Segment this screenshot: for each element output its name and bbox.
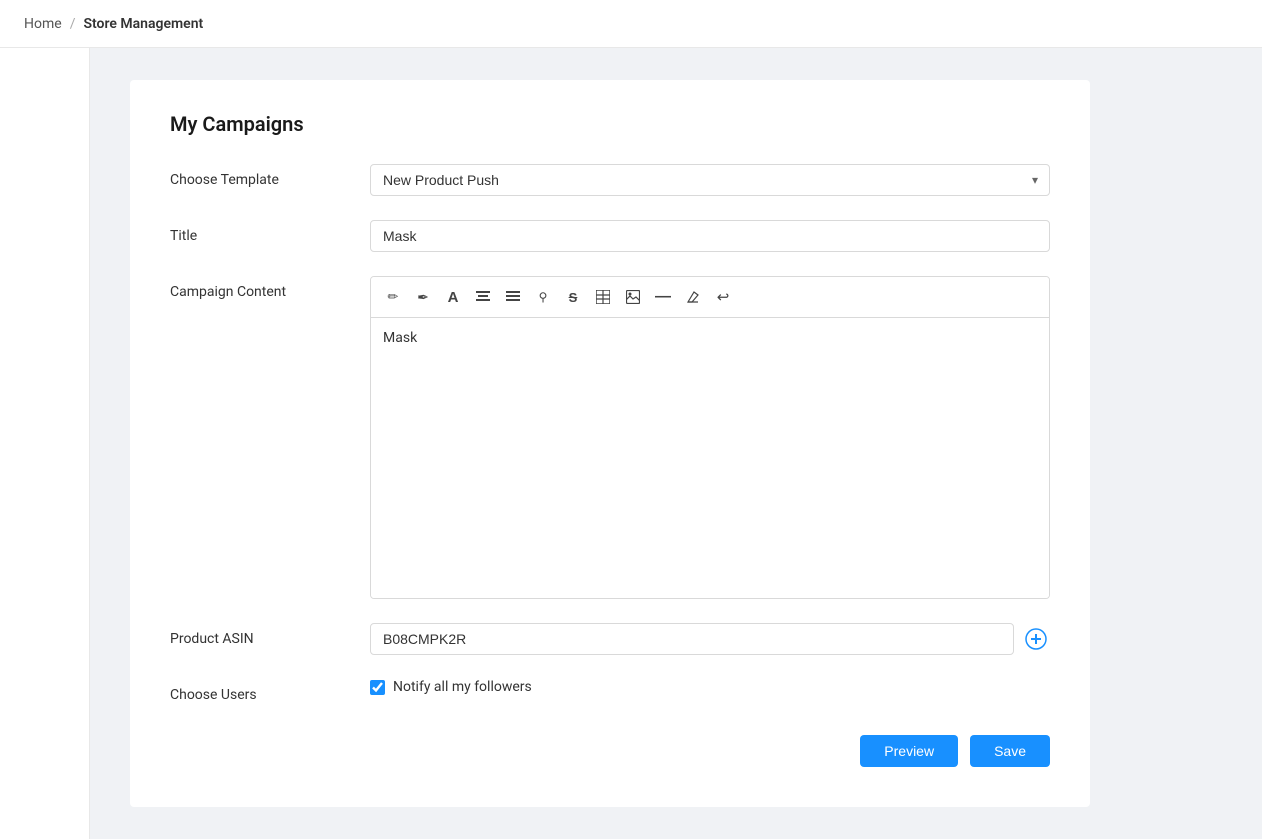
asin-label: Product ASIN [170,623,370,647]
content-label: Campaign Content [170,276,370,300]
breadcrumb-home[interactable]: Home [24,16,62,32]
notify-followers-row: Notify all my followers [370,679,1050,695]
toolbar-pencil-button[interactable]: ✏ [379,283,407,311]
form-row-content: Campaign Content ✏ ✒ A [170,276,1050,599]
editor-container: ✏ ✒ A [370,276,1050,599]
action-row: Preview Save [170,735,1050,767]
sidebar [0,48,90,839]
users-control: Notify all my followers [370,679,1050,695]
main-layout: My Campaigns Choose Template New Product… [0,48,1262,839]
title-input[interactable] [370,220,1050,252]
content-area: My Campaigns Choose Template New Product… [90,48,1262,839]
asin-control [370,623,1050,655]
toolbar-align-button[interactable] [469,283,497,311]
toolbar-link-button[interactable]: ⚲ [529,283,557,311]
preview-button[interactable]: Preview [860,735,958,767]
form-row-asin: Product ASIN [170,623,1050,655]
form-row-title: Title [170,220,1050,252]
toolbar-pen-button[interactable]: ✒ [409,283,437,311]
users-label: Choose Users [170,679,370,703]
breadcrumb-separator: / [70,16,76,32]
form-row-users: Choose Users Notify all my followers [170,679,1050,703]
template-control: New Product Push Sale Announcement Custo… [370,164,1050,196]
editor-toolbar: ✏ ✒ A [371,277,1049,318]
page-card: My Campaigns Choose Template New Product… [130,80,1090,807]
breadcrumb-current: Store Management [83,16,203,32]
toolbar-font-button[interactable]: A [439,283,467,311]
template-label: Choose Template [170,164,370,188]
toolbar-list-button[interactable] [499,283,527,311]
breadcrumb-bar: Home / Store Management [0,0,1262,48]
notify-followers-checkbox[interactable] [370,680,385,695]
toolbar-eraser-button[interactable] [679,283,707,311]
editor-body[interactable]: Mask [371,318,1049,598]
page-title: My Campaigns [170,112,1050,136]
toolbar-undo-button[interactable]: ↩ [709,283,737,311]
toolbar-hr-button[interactable]: — [649,283,677,311]
content-control: ✏ ✒ A [370,276,1050,599]
template-select[interactable]: New Product Push Sale Announcement Custo… [370,164,1050,196]
title-control [370,220,1050,252]
template-select-wrapper: New Product Push Sale Announcement Custo… [370,164,1050,196]
toolbar-image-button[interactable] [619,283,647,311]
asin-input[interactable] [370,623,1014,655]
form-row-template: Choose Template New Product Push Sale An… [170,164,1050,196]
asin-input-wrapper [370,623,1050,655]
add-asin-button[interactable] [1022,625,1050,653]
toolbar-strikethrough-button[interactable]: S [559,283,587,311]
toolbar-table-button[interactable] [589,283,617,311]
notify-followers-label[interactable]: Notify all my followers [393,679,532,695]
save-button[interactable]: Save [970,735,1050,767]
title-label: Title [170,220,370,244]
